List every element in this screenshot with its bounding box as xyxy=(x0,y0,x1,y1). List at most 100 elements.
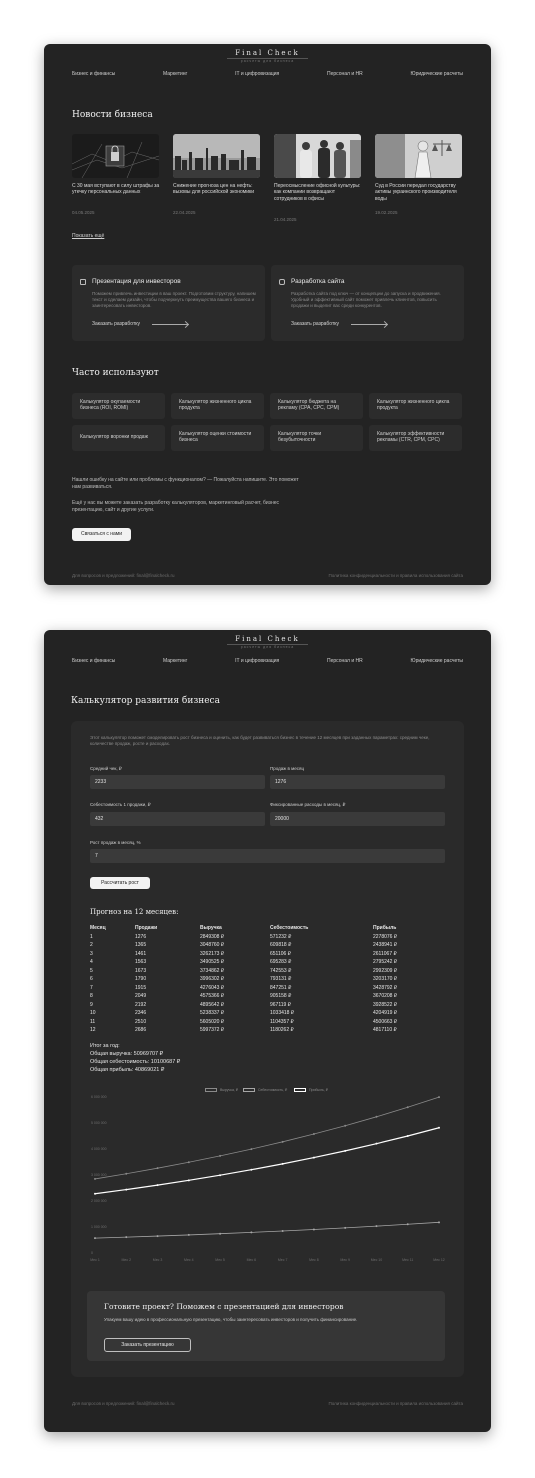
data-point[interactable] xyxy=(125,1188,128,1191)
data-point[interactable] xyxy=(344,1124,347,1127)
data-point[interactable] xyxy=(94,1177,96,1180)
x-tick-label: Мес 7 xyxy=(278,1258,288,1262)
data-point[interactable] xyxy=(312,1228,315,1231)
tool-link[interactable]: Калькулятор точки безубыточности xyxy=(270,425,363,451)
data-point[interactable] xyxy=(344,1149,347,1152)
data-point[interactable] xyxy=(219,1232,222,1235)
privacy-policy-link[interactable]: Политика конфиденциальности и правила ис… xyxy=(328,1401,463,1406)
nav-legal[interactable]: Юридические расчеты xyxy=(411,658,463,664)
data-point[interactable] xyxy=(219,1174,222,1177)
data-point[interactable] xyxy=(125,1172,128,1175)
nav-it[interactable]: IT и цифровизация xyxy=(235,658,279,664)
data-point[interactable] xyxy=(94,1237,96,1240)
service-card-website[interactable]: Разработка сайта Разработка сайта под кл… xyxy=(271,265,464,341)
news-image-3[interactable] xyxy=(274,134,361,178)
data-point[interactable] xyxy=(344,1226,347,1229)
tool-link[interactable]: Калькулятор окупаемости бизнеса (ROI, RO… xyxy=(72,393,165,419)
series-line xyxy=(94,1221,440,1239)
data-point[interactable] xyxy=(94,1192,96,1195)
footer: Для вопросов и предложений: final@finalc… xyxy=(72,1401,463,1406)
nav-hr[interactable]: Персонал и HR xyxy=(327,658,363,664)
data-point[interactable] xyxy=(250,1168,253,1171)
x-tick-label: Мес 6 xyxy=(247,1258,257,1262)
data-point[interactable] xyxy=(187,1179,190,1182)
footer-contact[interactable]: Для вопросов и предложений: final@finalc… xyxy=(72,573,175,578)
contact-button[interactable]: Связаться с нами xyxy=(72,528,131,541)
x-tick-label: Мес 2 xyxy=(121,1258,131,1262)
tool-link[interactable]: Калькулятор жизненного цикла продукта xyxy=(369,393,462,419)
nav-hr[interactable]: Персонал и HR xyxy=(327,71,363,77)
data-point[interactable] xyxy=(156,1184,159,1187)
tool-link[interactable]: Калькулятор воронки продаж xyxy=(72,425,165,451)
show-more-link[interactable]: Показать ещё xyxy=(72,233,104,239)
brand-tagline: расчеты для бизнеса xyxy=(240,59,295,63)
y-tick-label: 2 000 000 xyxy=(91,1199,107,1203)
data-point[interactable] xyxy=(156,1167,159,1170)
order-presentation-button[interactable]: Заказать презентацию xyxy=(104,1338,191,1352)
nav-marketing[interactable]: Маркетинг xyxy=(163,658,187,664)
service-card-presentation[interactable]: Презентация для инвесторов Поможем привл… xyxy=(72,265,265,341)
cta-title: Готовите проект? Поможем с презентацией … xyxy=(104,1302,344,1311)
data-point[interactable] xyxy=(187,1161,190,1164)
data-point[interactable] xyxy=(281,1140,284,1143)
service-title: Разработка сайта xyxy=(291,278,345,285)
cta-description: Упакуем вашу идею в профессиональную пре… xyxy=(104,1317,358,1322)
data-point[interactable] xyxy=(187,1233,190,1236)
data-point[interactable] xyxy=(375,1225,378,1228)
x-tick-label: Мес 3 xyxy=(153,1258,163,1262)
main-nav: Бизнес и финансы Маркетинг IT и цифровиз… xyxy=(72,71,463,77)
series-line xyxy=(94,1127,440,1195)
tool-link[interactable]: Калькулятор жизненного цикла продукта xyxy=(171,393,264,419)
home-page-card: Final Check расчеты для бизнеса Бизнес и… xyxy=(44,44,491,585)
news-date-2: 22.04.2025 xyxy=(173,210,196,215)
data-point[interactable] xyxy=(438,1221,440,1224)
data-point[interactable] xyxy=(406,1106,409,1109)
privacy-policy-link[interactable]: Политика конфиденциальности и правила ис… xyxy=(328,573,463,578)
data-point[interactable] xyxy=(406,1134,409,1137)
nav-it[interactable]: IT и цифровизация xyxy=(235,71,279,77)
news-image-2[interactable] xyxy=(173,134,260,178)
data-point[interactable] xyxy=(438,1096,440,1099)
growth-chart: 0 1 000 000 2 000 000 3 000 000 4 000 000 5 0… xyxy=(90,1095,445,1262)
brand-logo[interactable]: Final Check xyxy=(44,49,491,57)
news-title-3[interactable]: Переосмысление офисной культуры: как ком… xyxy=(274,183,362,202)
tool-link[interactable]: Калькулятор оценки стоимости бизнеса xyxy=(171,425,264,451)
nav-business-finance[interactable]: Бизнес и финансы xyxy=(72,658,115,664)
nav-legal[interactable]: Юридические расчеты xyxy=(411,71,463,77)
data-point[interactable] xyxy=(250,1148,253,1151)
data-point[interactable] xyxy=(156,1235,159,1238)
data-point[interactable] xyxy=(281,1229,284,1232)
data-point[interactable] xyxy=(281,1162,284,1165)
news-image-1[interactable] xyxy=(72,134,159,178)
data-point[interactable] xyxy=(312,1156,315,1159)
news-title-1[interactable]: С 30 мая вступают в силу штрафы за утечк… xyxy=(72,183,160,196)
data-point[interactable] xyxy=(375,1115,378,1118)
tool-link[interactable]: Калькулятор бюджета на рекламу (CPA, CPC… xyxy=(270,393,363,419)
investor-cta: Готовите проект? Поможем с презентацией … xyxy=(87,1291,445,1361)
data-point[interactable] xyxy=(250,1231,253,1234)
data-point[interactable] xyxy=(125,1236,128,1239)
order-development-link[interactable]: Заказать разработку xyxy=(92,321,140,327)
feedback-text: Нашли ошибку на сайте или проблемы с фун… xyxy=(72,477,299,490)
presentation-icon xyxy=(80,279,86,285)
data-point[interactable] xyxy=(375,1142,378,1145)
news-image-4[interactable] xyxy=(375,134,462,178)
nav-business-finance[interactable]: Бизнес и финансы xyxy=(72,71,115,77)
data-point[interactable] xyxy=(438,1126,440,1129)
data-point[interactable] xyxy=(219,1154,222,1157)
website-icon xyxy=(279,279,285,285)
x-tick-label: Мес 10 xyxy=(371,1258,383,1262)
nav-marketing[interactable]: Маркетинг xyxy=(163,71,187,77)
data-point[interactable] xyxy=(406,1223,409,1226)
brand-logo[interactable]: Final Check xyxy=(44,635,491,643)
calculator-page-card: Final Check расчеты для бизнеса Бизнес и… xyxy=(44,630,491,1432)
news-title-2[interactable]: Снижение прогноза цен на нефть: вызовы д… xyxy=(173,183,261,196)
tool-link[interactable]: Калькулятор эффективности рекламы (CTR, … xyxy=(369,425,462,451)
order-development-link[interactable]: Заказать разработку xyxy=(291,321,339,327)
data-point[interactable] xyxy=(312,1133,315,1136)
news-date-4: 19.02.2025 xyxy=(375,210,398,215)
arrow-right-icon xyxy=(152,324,188,325)
news-title-4[interactable]: Суд в России передал государству активы … xyxy=(375,183,463,202)
y-tick-label: 0 xyxy=(91,1251,93,1255)
footer-contact[interactable]: Для вопросов и предложений: final@finalc… xyxy=(72,1401,175,1406)
